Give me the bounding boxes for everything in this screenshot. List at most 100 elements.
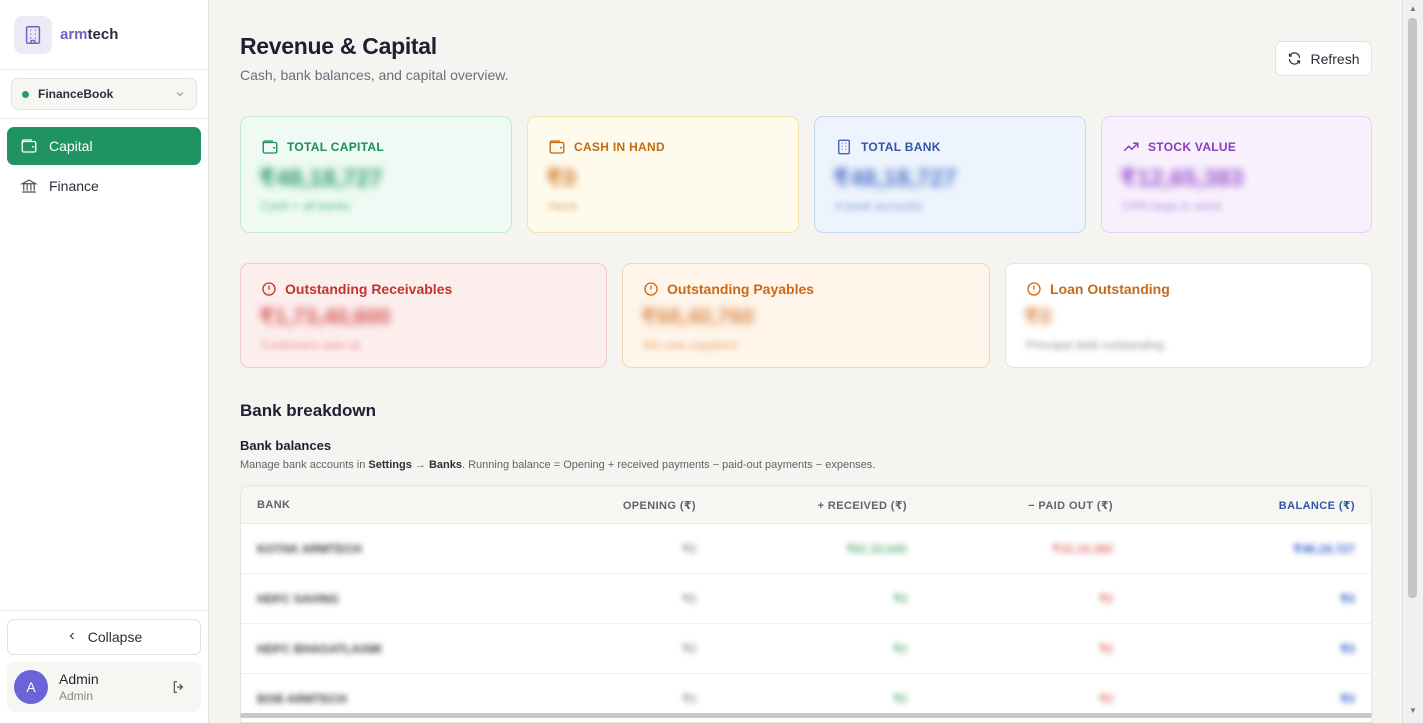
bank-balances-table: BANK OPENING (₹) + RECEIVED (₹) − PAID O… bbox=[240, 485, 1372, 723]
main-content: Revenue & Capital Cash, bank balances, a… bbox=[209, 0, 1402, 723]
card-caption: Customers owe us bbox=[261, 338, 361, 352]
divider bbox=[0, 118, 208, 119]
card-value: ₹48,18,727 bbox=[259, 165, 383, 192]
card-caption: Principal debt outstanding bbox=[1026, 338, 1165, 352]
cell-opening: ₹0 bbox=[681, 542, 696, 556]
alert-circle-icon bbox=[262, 282, 276, 296]
user-role: Admin bbox=[59, 689, 94, 703]
cell-balance: ₹48,18,727 bbox=[1293, 542, 1355, 556]
card-label: TOTAL CAPITAL bbox=[287, 140, 385, 154]
cell-received: ₹0 bbox=[892, 642, 907, 656]
chevron-down-icon bbox=[174, 88, 186, 103]
collapse-button[interactable]: Collapse bbox=[7, 619, 201, 655]
user-profile[interactable]: A Admin Admin bbox=[7, 662, 201, 712]
sidebar: armtech FinanceBook Capital Finance Coll… bbox=[0, 0, 209, 723]
sidebar-item-label: Finance bbox=[49, 178, 99, 194]
column-header-opening[interactable]: OPENING (₹) bbox=[623, 499, 696, 512]
cell-opening: ₹0 bbox=[681, 592, 696, 606]
cell-bank: KOTAK ARMTECH bbox=[257, 542, 362, 556]
cell-opening: ₹0 bbox=[681, 642, 696, 656]
card-label: TOTAL BANK bbox=[861, 140, 941, 154]
scroll-up-arrow-icon[interactable]: ▲ bbox=[1409, 4, 1417, 13]
alert-circle-icon bbox=[644, 282, 658, 296]
cash-in-hand-card: CASH IN HAND ₹0 Hand bbox=[527, 116, 799, 233]
cell-bank: BOB ARMTECH bbox=[257, 692, 347, 706]
card-label: STOCK VALUE bbox=[1148, 140, 1237, 154]
divider bbox=[0, 610, 208, 611]
refresh-icon bbox=[1289, 52, 1301, 65]
wallet-icon bbox=[262, 140, 278, 154]
card-caption: 4 bank accounts bbox=[835, 199, 923, 213]
alert-circle-icon bbox=[1027, 282, 1041, 296]
bank-icon bbox=[19, 176, 39, 196]
table-header: BANK OPENING (₹) + RECEIVED (₹) − PAID O… bbox=[241, 486, 1371, 524]
workspace-name: FinanceBook bbox=[38, 87, 114, 101]
cell-received: ₹0 bbox=[892, 592, 907, 606]
card-label: Outstanding Receivables bbox=[285, 281, 453, 297]
subsection-title: Bank balances bbox=[240, 438, 332, 453]
vertical-scrollbar[interactable]: ▲ ▼ bbox=[1402, 0, 1423, 723]
cell-opening: ₹0 bbox=[681, 692, 696, 706]
section-title: Bank breakdown bbox=[240, 401, 377, 420]
outstanding-receivables-card: Outstanding Receivables ₹1,73,40,600 Cus… bbox=[240, 263, 607, 368]
sidebar-item-finance[interactable]: Finance bbox=[7, 167, 201, 205]
brand[interactable]: armtech bbox=[0, 0, 208, 70]
cell-received: ₹0 bbox=[892, 692, 907, 706]
section-description: Manage bank accounts in Settings → Banks… bbox=[240, 459, 876, 471]
card-value: ₹68,40,760 bbox=[641, 304, 755, 329]
card-value: ₹0 bbox=[1024, 304, 1052, 329]
card-label: Outstanding Payables bbox=[667, 281, 815, 297]
cell-bank: HDFC SAVING bbox=[257, 592, 339, 606]
sidebar-item-capital[interactable]: Capital bbox=[7, 127, 201, 165]
workspace-selector[interactable]: FinanceBook bbox=[11, 78, 197, 110]
card-value: ₹12,65,383 bbox=[1120, 165, 1244, 192]
loan-outstanding-card: Loan Outstanding ₹0 Principal debt outst… bbox=[1005, 263, 1372, 368]
table-row[interactable]: HDFC BHAGATLAXMI ₹0 ₹0 ₹0 ₹0 bbox=[241, 624, 1371, 674]
card-value: ₹0 bbox=[546, 165, 577, 192]
status-dot bbox=[22, 90, 29, 98]
page-subtitle: Cash, bank balances, and capital overvie… bbox=[240, 67, 509, 83]
logout-icon[interactable] bbox=[171, 679, 187, 700]
stock-value-card: STOCK VALUE ₹12,65,383 GRN bags in stock bbox=[1101, 116, 1372, 233]
total-bank-card: TOTAL BANK ₹48,18,727 4 bank accounts bbox=[814, 116, 1086, 233]
sidebar-item-label: Capital bbox=[49, 138, 93, 154]
cell-balance: ₹0 bbox=[1339, 592, 1355, 606]
card-caption: GRN bags in stock bbox=[1122, 199, 1223, 213]
column-header-received[interactable]: + RECEIVED (₹) bbox=[818, 499, 907, 512]
scroll-down-arrow-icon[interactable]: ▼ bbox=[1409, 706, 1417, 715]
refresh-label: Refresh bbox=[1310, 50, 1360, 67]
table-row[interactable]: KOTAK ARMTECH ₹0 ₹82,33,640 ₹33,19,380 ₹… bbox=[241, 524, 1371, 574]
user-name: Admin bbox=[59, 671, 99, 687]
sidebar-nav: Capital Finance bbox=[7, 127, 201, 207]
cell-paid-out: ₹0 bbox=[1098, 592, 1113, 606]
scrollbar-thumb[interactable] bbox=[1408, 18, 1417, 598]
card-caption: Cash + all banks bbox=[261, 199, 351, 213]
chevron-left-icon bbox=[66, 629, 78, 645]
card-caption: We owe suppliers bbox=[643, 338, 738, 352]
page-title: Revenue & Capital bbox=[240, 33, 437, 59]
total-capital-card: TOTAL CAPITAL ₹48,18,727 Cash + all bank… bbox=[240, 116, 512, 233]
horizontal-scrollbar[interactable] bbox=[240, 713, 1372, 718]
card-label: Loan Outstanding bbox=[1050, 281, 1170, 297]
column-header-bank[interactable]: BANK bbox=[257, 499, 290, 511]
column-header-balance[interactable]: BALANCE (₹) bbox=[1279, 499, 1355, 512]
building-icon bbox=[14, 15, 52, 54]
cell-paid-out: ₹0 bbox=[1098, 692, 1113, 706]
collapse-label: Collapse bbox=[87, 629, 143, 645]
wallet-icon bbox=[19, 136, 39, 156]
cell-balance: ₹0 bbox=[1339, 692, 1355, 706]
trending-up-icon bbox=[1123, 142, 1139, 152]
cell-bank: HDFC BHAGATLAXMI bbox=[257, 642, 382, 656]
card-caption: Hand bbox=[548, 199, 577, 213]
refresh-button[interactable]: Refresh bbox=[1275, 41, 1372, 76]
cell-paid-out: ₹0 bbox=[1098, 642, 1113, 656]
avatar: A bbox=[14, 670, 48, 704]
table-row[interactable]: HDFC SAVING ₹0 ₹0 ₹0 ₹0 bbox=[241, 574, 1371, 624]
column-header-paid-out[interactable]: − PAID OUT (₹) bbox=[1028, 499, 1113, 512]
cell-received: ₹82,33,640 bbox=[845, 542, 907, 556]
outstanding-payables-card: Outstanding Payables ₹68,40,760 We owe s… bbox=[622, 263, 990, 368]
card-value: ₹1,73,40,600 bbox=[259, 304, 391, 329]
card-label: CASH IN HAND bbox=[574, 140, 665, 154]
wallet-icon bbox=[549, 140, 565, 154]
card-value: ₹48,18,727 bbox=[833, 165, 957, 192]
